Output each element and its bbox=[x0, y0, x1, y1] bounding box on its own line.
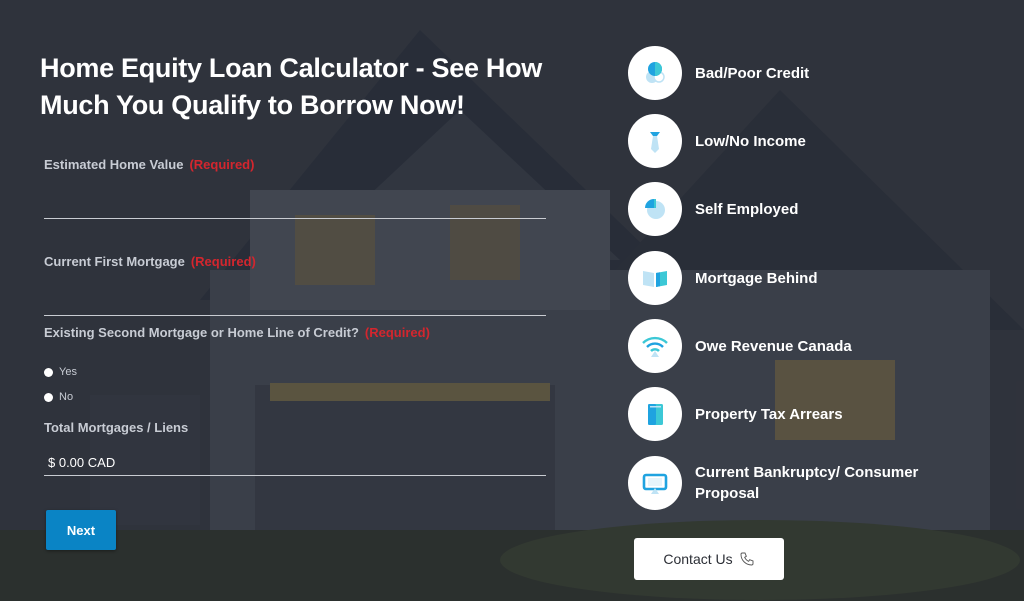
current-first-mortgage-label: Current First Mortgage bbox=[44, 254, 185, 269]
required-indicator: (Required) bbox=[364, 325, 430, 340]
tie-icon bbox=[628, 114, 682, 168]
total-mortgages-field: Total Mortgages / Liens $ 0.00 CAD bbox=[44, 419, 546, 476]
feature-item-self-employed: Self Employed bbox=[628, 182, 955, 236]
feature-label: Property Tax Arrears bbox=[695, 405, 843, 423]
contact-us-label: Contact Us bbox=[663, 551, 733, 567]
feature-label: Self Employed bbox=[695, 200, 799, 218]
phone-icon bbox=[740, 552, 754, 566]
radio-button-no[interactable] bbox=[44, 392, 53, 402]
estimated-home-value-field: Estimated Home Value (Required) bbox=[44, 156, 546, 219]
current-first-mortgage-field: Current First Mortgage (Required) bbox=[44, 253, 546, 316]
pie-chart-icon bbox=[628, 182, 682, 236]
estimated-home-value-input[interactable] bbox=[44, 188, 546, 219]
page-title: Home Equity Loan Calculator - See How Mu… bbox=[40, 53, 542, 120]
monitor-icon bbox=[628, 456, 682, 510]
feature-item-property-tax-arrears: Property Tax Arrears bbox=[628, 387, 955, 441]
radio-label-yes: Yes bbox=[59, 366, 77, 378]
feature-label: Owe Revenue Canada bbox=[695, 337, 852, 355]
open-book-icon bbox=[628, 251, 682, 305]
next-button[interactable]: Next bbox=[46, 510, 116, 550]
total-mortgages-value: $ 0.00 CAD bbox=[44, 455, 546, 476]
feature-label: Low/No Income bbox=[695, 132, 806, 150]
feature-item-mortgage-behind: Mortgage Behind bbox=[628, 251, 955, 305]
second-mortgage-label: Existing Second Mortgage or Home Line of… bbox=[44, 325, 359, 340]
feature-item-owe-revenue-canada: Owe Revenue Canada bbox=[628, 319, 955, 373]
contact-us-button[interactable]: Contact Us bbox=[634, 538, 784, 580]
estimated-home-value-label: Estimated Home Value bbox=[44, 157, 184, 172]
feature-label: Bad/Poor Credit bbox=[695, 64, 810, 82]
credit-circles-icon bbox=[628, 46, 682, 100]
feature-label: Current Bankruptcy/ Consumer Proposal bbox=[695, 464, 919, 502]
feature-label: Mortgage Behind bbox=[695, 269, 818, 287]
radio-option-no[interactable]: No bbox=[44, 387, 546, 407]
total-mortgages-label: Total Mortgages / Liens bbox=[44, 420, 189, 435]
second-mortgage-field: Existing Second Mortgage or Home Line of… bbox=[44, 324, 546, 407]
required-indicator: (Required) bbox=[190, 254, 256, 269]
radio-label-no: No bbox=[59, 391, 74, 403]
feature-item-bankruptcy: Current Bankruptcy/ Consumer Proposal bbox=[628, 456, 955, 510]
tablet-icon bbox=[628, 387, 682, 441]
feature-item-low-income: Low/No Income bbox=[628, 114, 955, 168]
feature-item-bad-credit: Bad/Poor Credit bbox=[628, 46, 955, 100]
required-indicator: (Required) bbox=[189, 157, 255, 172]
radio-option-yes[interactable]: Yes bbox=[44, 362, 546, 382]
current-first-mortgage-input[interactable] bbox=[44, 285, 546, 316]
calculator-form: Home Equity Loan Calculator - See How Mu… bbox=[40, 50, 548, 550]
wifi-signal-icon bbox=[628, 319, 682, 373]
radio-button-yes[interactable] bbox=[44, 367, 53, 377]
